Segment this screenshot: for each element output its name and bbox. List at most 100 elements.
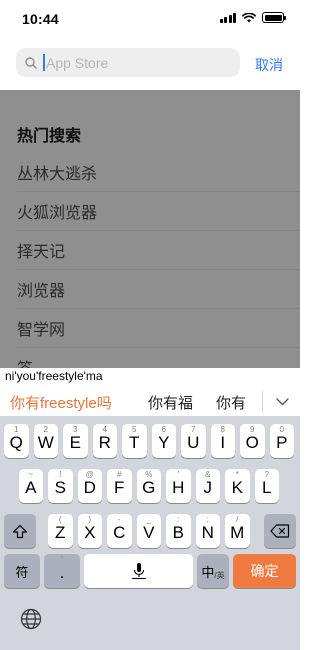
- keyboard: 1Q 2W 3E 4R 5T 6Y 7U 8I 9O 0P ~ A ! S @ D #…: [0, 416, 300, 650]
- key-number-label: 2: [43, 425, 48, 434]
- hot-search-title: 热门搜索: [17, 128, 82, 145]
- key-letter-label: G: [142, 478, 156, 497]
- candidate-word[interactable]: 你有: [216, 392, 246, 413]
- key-u[interactable]: 7U: [181, 424, 206, 458]
- key-letter-label: I: [220, 433, 226, 452]
- key-symbol-label: (: [58, 515, 62, 524]
- key-letter-label: W: [37, 433, 54, 452]
- key-symbol-label: ): [88, 515, 92, 524]
- key-z[interactable]: (Z: [48, 514, 73, 548]
- key-letter-label: K: [231, 478, 243, 497]
- key-letter-label: Q: [9, 433, 23, 452]
- key-y[interactable]: 6Y: [151, 424, 176, 458]
- key-letter-label: B: [172, 523, 184, 542]
- dimmed-content-overlay[interactable]: 热门搜索 丛林大逃杀 火狐浏览器 择天记 浏览器 智学网 答: [0, 90, 300, 368]
- key-w[interactable]: 2W: [33, 424, 58, 458]
- hot-search-item[interactable]: 浏览器: [17, 270, 300, 309]
- hot-search-item[interactable]: 答: [17, 348, 300, 368]
- key-letter-label: A: [25, 478, 37, 497]
- hot-search-item[interactable]: 丛林大逃杀: [17, 153, 300, 192]
- key-symbol-label: ': [177, 470, 180, 479]
- globe-button[interactable]: [18, 606, 44, 632]
- key-punct-label: .: [59, 563, 65, 582]
- key-letter-label: J: [203, 478, 213, 497]
- key-letter-label: Z: [55, 523, 66, 542]
- status-icons: [219, 12, 286, 23]
- backspace-icon: [270, 524, 290, 538]
- candidate-divider: [262, 391, 263, 412]
- key-letter-label: S: [54, 478, 66, 497]
- confirm-key[interactable]: 确定: [233, 554, 296, 588]
- key-letter-label: U: [187, 433, 200, 452]
- hot-search-item[interactable]: 智学网: [17, 309, 300, 348]
- key-number-label: 1: [14, 425, 19, 434]
- key-symbol-label: *: [235, 470, 239, 479]
- key-s[interactable]: ! S: [48, 469, 73, 503]
- key-e[interactable]: 3E: [63, 424, 88, 458]
- key-symbol-label: !: [59, 470, 62, 479]
- shift-icon: [12, 524, 28, 538]
- key-letter-label: N: [201, 523, 214, 542]
- key-m[interactable]: / M: [225, 514, 250, 548]
- key-a[interactable]: ~ A: [18, 469, 43, 503]
- key-x[interactable]: ) X: [77, 514, 102, 548]
- key-letter-label: P: [276, 433, 288, 452]
- hot-search-item[interactable]: 火狐浏览器: [17, 192, 300, 231]
- language-switch-key[interactable]: 中/英: [197, 554, 229, 588]
- key-symbol-label: #: [117, 470, 122, 479]
- key-q[interactable]: 1Q: [4, 424, 29, 458]
- key-letter-label: Y: [158, 433, 170, 452]
- key-number-label: 0: [279, 425, 284, 434]
- key-j[interactable]: & J: [195, 469, 220, 503]
- key-b[interactable]: :B: [166, 514, 191, 548]
- symbol-key[interactable]: 符: [4, 554, 40, 588]
- key-letter-label: R: [98, 433, 111, 452]
- search-box[interactable]: [16, 48, 240, 77]
- key-symbol-label: ?: [264, 470, 269, 479]
- expand-candidates-button[interactable]: [264, 389, 300, 415]
- hot-search-list: 丛林大逃杀 火狐浏览器 择天记 浏览器 智学网 答: [0, 153, 300, 368]
- status-bar: 10:44: [0, 0, 300, 36]
- key-g[interactable]: % G: [136, 469, 161, 503]
- key-f[interactable]: # F: [107, 469, 132, 503]
- search-input[interactable]: [46, 54, 216, 71]
- key-letter-label: M: [230, 523, 245, 542]
- key-symbol-label: @: [85, 470, 94, 479]
- key-c[interactable]: -C: [107, 514, 132, 548]
- key-i[interactable]: 8I: [210, 424, 235, 458]
- space-key[interactable]: [84, 554, 193, 588]
- punctuation-key[interactable]: ' .: [44, 554, 80, 588]
- ime-candidate-bar: 你有freestyle吗 你有福 你有: [0, 386, 300, 416]
- key-d[interactable]: @ D: [77, 469, 102, 503]
- globe-icon: [20, 608, 42, 630]
- key-number-label: 7: [191, 425, 196, 434]
- key-letter-label: E: [69, 433, 81, 452]
- key-h[interactable]: ' H: [166, 469, 191, 503]
- candidate-word[interactable]: 你有福: [148, 392, 193, 413]
- cancel-button[interactable]: 取消: [255, 55, 283, 75]
- key-o[interactable]: 9O: [240, 424, 265, 458]
- key-r[interactable]: 4R: [92, 424, 117, 458]
- key-symbol-label: &: [205, 470, 211, 479]
- search-header: 取消: [0, 36, 300, 90]
- hot-search-item[interactable]: 择天记: [17, 231, 300, 270]
- shift-key[interactable]: [4, 514, 36, 548]
- backspace-key[interactable]: [264, 514, 296, 548]
- key-v[interactable]: _ V: [136, 514, 161, 548]
- key-t[interactable]: 5T: [122, 424, 147, 458]
- key-k[interactable]: * K: [225, 469, 250, 503]
- key-number-label: 9: [250, 425, 255, 434]
- status-time: 10:44: [22, 11, 59, 27]
- key-l[interactable]: ? L: [254, 469, 279, 503]
- key-letter-label: L: [262, 478, 272, 497]
- key-p[interactable]: 0P: [269, 424, 294, 458]
- key-n[interactable]: ; N: [195, 514, 220, 548]
- confirm-key-label: 确定: [250, 563, 279, 579]
- ime-composition-text: ni'you'freestyle'ma: [0, 368, 300, 386]
- wifi-icon: [242, 12, 256, 22]
- key-number-label: 3: [73, 425, 78, 434]
- battery-icon: [262, 12, 286, 23]
- microphone-icon: [131, 563, 146, 580]
- candidate-word[interactable]: 你有freestyle吗: [10, 392, 112, 413]
- key-symbol-label: ;: [206, 515, 209, 524]
